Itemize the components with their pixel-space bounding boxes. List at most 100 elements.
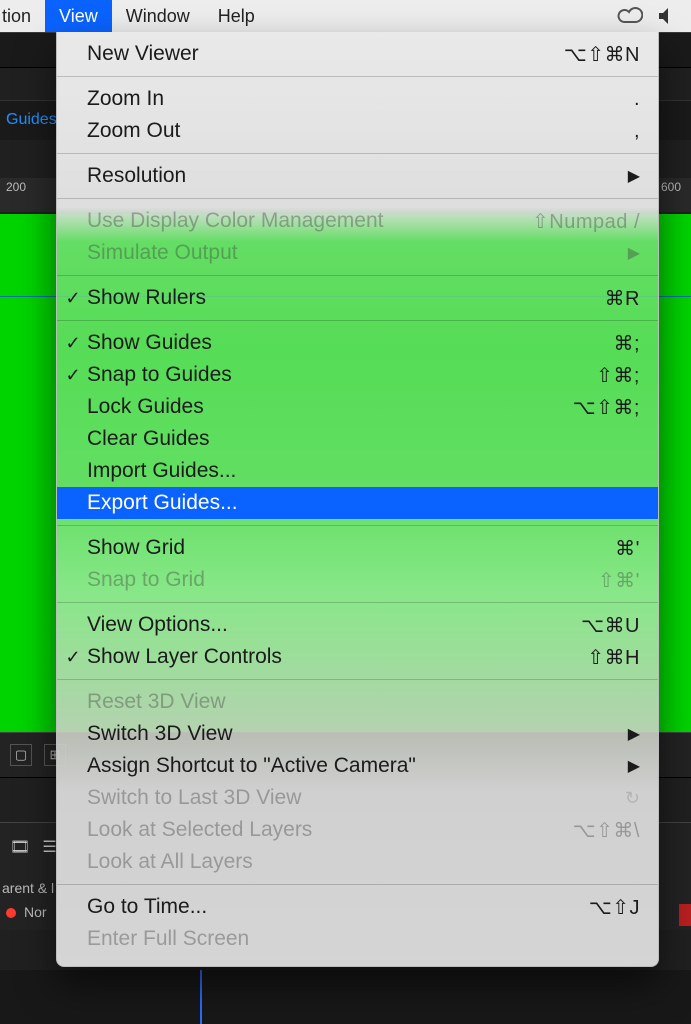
menu-show-grid[interactable]: Show Grid ⌘': [57, 532, 658, 564]
ruler-tick: 200: [6, 180, 26, 194]
menu-shortcut: ⌥⇧⌘;: [573, 395, 640, 420]
menu-separator: [57, 525, 658, 526]
menu-item-label: Use Display Color Management: [87, 209, 383, 233]
check-icon: ✓: [63, 288, 83, 309]
menu-item-partial[interactable]: tion: [0, 0, 45, 32]
menu-separator: [57, 153, 658, 154]
timeline-track-area[interactable]: [0, 970, 691, 1024]
menu-assign-shortcut-active-camera[interactable]: Assign Shortcut to "Active Camera" ▶: [57, 750, 658, 782]
menu-shortcut: ⌥⇧J: [589, 895, 640, 920]
menu-export-guides[interactable]: Export Guides...: [57, 487, 658, 519]
menubar-spacer: [269, 0, 617, 32]
menu-reset-3d-view: Reset 3D View: [57, 686, 658, 718]
menu-view[interactable]: View: [45, 0, 112, 32]
menu-import-guides[interactable]: Import Guides...: [57, 455, 658, 487]
menu-show-guides[interactable]: ✓ Show Guides ⌘;: [57, 327, 658, 359]
menu-look-at-all-layers: Look at All Layers: [57, 846, 658, 878]
menu-item-label: Show Rulers: [87, 286, 206, 310]
menu-show-rulers[interactable]: ✓ Show Rulers ⌘R: [57, 282, 658, 314]
menu-item-label: Enter Full Screen: [87, 927, 249, 951]
view-menu-dropdown: New Viewer ⌥⇧⌘N Zoom In . Zoom Out , Res…: [56, 32, 659, 967]
crop-icon[interactable]: ▢: [10, 744, 32, 766]
menu-snap-to-guides[interactable]: ✓ Snap to Guides ⇧⌘;: [57, 359, 658, 391]
menu-window[interactable]: Window: [112, 0, 204, 32]
menu-item-label: Snap to Grid: [87, 568, 205, 592]
menu-item-label: Simulate Output: [87, 241, 238, 265]
menu-item-label: Assign Shortcut to "Active Camera": [87, 754, 416, 778]
menu-item-label: Reset 3D View: [87, 690, 226, 714]
menu-switch-last-3d-view: Switch to Last 3D View ↻: [57, 782, 658, 814]
menu-separator: [57, 76, 658, 77]
submenu-arrow-icon: ▶: [628, 166, 640, 186]
menu-item-label: Go to Time...: [87, 895, 207, 919]
menu-item-label: Show Guides: [87, 331, 212, 355]
menu-item-label: Clear Guides: [87, 427, 210, 451]
creative-cloud-icon[interactable]: [617, 7, 643, 25]
menu-use-display-color-management: Use Display Color Management ⇧Numpad /: [57, 205, 658, 237]
menu-item-label: Zoom Out: [87, 119, 180, 143]
menu-zoom-out[interactable]: Zoom Out ,: [57, 115, 658, 147]
menu-item-label: Resolution: [87, 164, 186, 188]
menu-help[interactable]: Help: [204, 0, 269, 32]
menu-shortcut: ⌥⇧⌘N: [564, 42, 640, 67]
menu-item-label: View Options...: [87, 613, 228, 637]
volume-icon[interactable]: [657, 7, 677, 25]
menu-separator: [57, 198, 658, 199]
menu-shortcut: ⌘;: [613, 331, 640, 356]
menu-shortcut: ,: [634, 120, 640, 143]
menu-shortcut: ⇧⌘H: [587, 645, 640, 670]
menu-item-label: Lock Guides: [87, 395, 204, 419]
menu-item-label: Show Layer Controls: [87, 645, 282, 669]
menu-item-label: New Viewer: [87, 42, 199, 66]
menu-separator: [57, 679, 658, 680]
menu-look-at-selected-layers: Look at Selected Layers ⌥⇧⌘\: [57, 814, 658, 846]
bars-icon[interactable]: ☰: [42, 837, 56, 857]
layer-bar-partial: [679, 904, 691, 926]
menu-view-options[interactable]: View Options... ⌥⌘U: [57, 609, 658, 641]
check-icon: ✓: [63, 647, 83, 668]
menu-item-label: Look at Selected Layers: [87, 818, 312, 842]
menu-resolution[interactable]: Resolution ▶: [57, 160, 658, 192]
guides-tab[interactable]: Guides: [0, 109, 63, 131]
menu-shortcut: ⌥⌘U: [581, 613, 640, 638]
menu-item-label: Show Grid: [87, 536, 185, 560]
mode-label-partial: Nor: [24, 904, 47, 920]
submenu-arrow-icon: ▶: [628, 724, 640, 744]
menu-new-viewer[interactable]: New Viewer ⌥⇧⌘N: [57, 38, 658, 70]
menu-zoom-in[interactable]: Zoom In .: [57, 83, 658, 115]
menu-go-to-time[interactable]: Go to Time... ⌥⇧J: [57, 891, 658, 923]
menu-separator: [57, 275, 658, 276]
menu-snap-to-grid: Snap to Grid ⇧⌘': [57, 564, 658, 596]
menu-shortcut: ⇧⌘': [598, 568, 640, 593]
menu-shortcut: ⇧⌘;: [596, 363, 640, 388]
menu-separator: [57, 602, 658, 603]
submenu-arrow-icon: ▶: [628, 756, 640, 776]
record-dot-icon[interactable]: [6, 908, 16, 918]
menu-item-label: Export Guides...: [87, 491, 238, 515]
menu-shortcut: ⌘R: [605, 286, 640, 311]
check-icon: ✓: [63, 333, 83, 354]
menu-item-label: Switch 3D View: [87, 722, 233, 746]
menu-item-label: Import Guides...: [87, 459, 236, 483]
menu-item-label: Switch to Last 3D View: [87, 786, 301, 810]
check-icon: ✓: [63, 365, 83, 386]
menu-shortcut: .: [634, 88, 640, 111]
menu-item-label: Look at All Layers: [87, 850, 253, 874]
menu-clear-guides[interactable]: Clear Guides: [57, 423, 658, 455]
menu-enter-full-screen: Enter Full Screen: [57, 923, 658, 955]
menu-show-layer-controls[interactable]: ✓ Show Layer Controls ⇧⌘H: [57, 641, 658, 673]
menu-item-label: Snap to Guides: [87, 363, 232, 387]
menu-separator: [57, 884, 658, 885]
menu-lock-guides[interactable]: Lock Guides ⌥⇧⌘;: [57, 391, 658, 423]
film-icon[interactable]: 🎞: [10, 837, 30, 857]
menu-shortcut: ⌘': [615, 536, 640, 561]
menu-simulate-output: Simulate Output ▶: [57, 237, 658, 269]
playhead[interactable]: [200, 970, 202, 1024]
menu-shortcut: ⇧Numpad /: [532, 209, 640, 234]
column-header-partial: arent & l: [2, 880, 54, 896]
submenu-arrow-icon: ▶: [628, 243, 640, 263]
menu-shortcut: ⌥⇧⌘\: [573, 818, 640, 843]
menu-switch-3d-view[interactable]: Switch 3D View ▶: [57, 718, 658, 750]
menu-item-label: Zoom In: [87, 87, 164, 111]
refresh-icon: ↻: [625, 788, 640, 809]
